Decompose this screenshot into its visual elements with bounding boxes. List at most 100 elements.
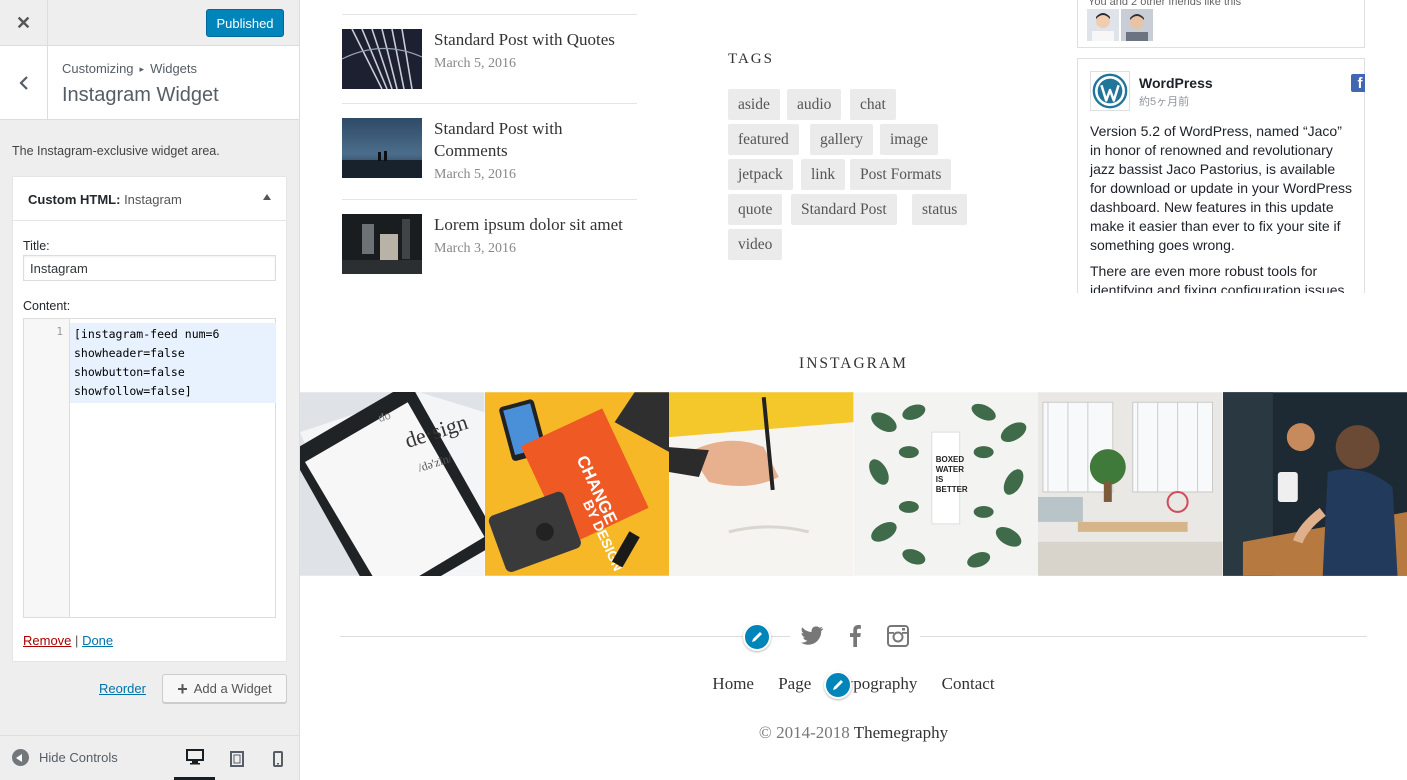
close-icon[interactable]: ✕ [0,0,48,46]
post-title[interactable]: Standard Post with Quotes [434,29,639,51]
widget-actions: Remove | Done [23,633,113,648]
tag-link[interactable]: audio [787,89,842,120]
tag-link[interactable]: image [880,124,938,155]
customizer-sidebar: ✕ Published Customizing ▸ Widgets Instagra… [0,0,300,780]
instagram-photo-book[interactable]: CHANGE BY DESIGN [484,392,670,576]
post-date: March 5, 2016 [434,167,517,182]
social-links [790,618,920,654]
collapse-arrow-icon [12,749,29,766]
footer-nav-contact[interactable]: Contact [942,674,995,693]
done-link[interactable]: Done [82,633,113,648]
tablet-icon [229,750,244,767]
facebook-friends-like-text: You and 2 other friends like this [1088,0,1242,8]
instagram-photo-design[interactable]: de·sign /dә'zīn/ do [300,392,485,576]
collapse-arrow-icon[interactable] [263,194,271,200]
plus-icon: + [177,678,188,699]
facebook-icon[interactable] [842,623,868,649]
post-thumbnail [342,118,422,178]
post-date: March 3, 2016 [434,241,517,256]
section-title: Instagram Widget [62,84,219,106]
instagram-photo-workspace[interactable] [1222,392,1407,576]
remove-link[interactable]: Remove [23,633,71,648]
code-line: [instagram-feed num=6 [74,327,220,341]
tag-link[interactable]: Post Formats [850,159,952,190]
widget-area-description: The Instagram-exclusive widget area. [12,144,220,158]
desktop-icon [185,748,204,764]
code-editor[interactable]: 1 [instagram-feed num=6 showheader=false… [23,318,276,618]
instagram-icon[interactable] [885,623,911,649]
tag-link[interactable]: featured [728,124,799,155]
facebook-post-text: There are even more robust tools for ide… [1090,263,1345,293]
tag-link[interactable]: link [801,159,846,190]
desktop-preview-button[interactable] [174,736,215,780]
instagram-photo-drawing[interactable] [669,392,854,576]
tag-link[interactable]: gallery [810,124,874,155]
post-title[interactable]: Lorem ipsum dolor sit amet [434,214,639,236]
section-header: Customizing ▸ Widgets Instagram Widget [0,46,299,120]
widget-header[interactable]: Custom HTML: Instagram [13,177,286,221]
content-label: Content: [23,299,71,313]
breadcrumb: Customizing ▸ Widgets [62,61,197,76]
svg-text:BETTER: BETTER [935,485,967,494]
wordpress-logo-icon[interactable] [1090,71,1130,111]
footer-nav-page[interactable]: Page [778,674,811,693]
publish-button[interactable]: Published [206,9,284,37]
code-line: showheader=false [74,346,185,360]
line-number: 1 [56,325,63,338]
mobile-icon [272,750,283,767]
title-label: Title: [23,239,50,253]
site-preview: Standard Post with Quotes March 5, 2016 … [300,0,1407,780]
customizer-header: ✕ Published [0,0,299,46]
instagram-photo-leaves[interactable]: BOXED WATER IS BETTER [853,392,1039,576]
add-widget-button[interactable]: + Add a Widget [162,674,287,703]
tag-link[interactable]: chat [850,89,896,120]
tag-link[interactable]: aside [728,89,780,120]
breadcrumb-parent: Widgets [150,61,198,76]
copyright: © 2014-2018 Themegraphy [300,723,1407,743]
facebook-post-text: Version 5.2 of WordPress, named “Jaco” i… [1090,123,1352,253]
title-field[interactable] [23,255,276,281]
post-date: March 5, 2016 [434,56,517,71]
twitter-icon[interactable] [799,623,825,649]
copyright-brand-link[interactable]: Themegraphy [854,723,948,742]
instagram-photo-office[interactable] [1038,392,1223,576]
tag-link[interactable]: video [728,229,783,260]
mobile-preview-button[interactable] [257,736,298,780]
back-button[interactable] [0,46,48,119]
code-line: showfollow=false] [74,384,192,398]
code-line: showbutton=false [74,365,185,379]
widget-panel: Custom HTML: Instagram Title: Content: 1… [12,176,287,662]
widget-name: Custom HTML: Instagram [28,192,182,207]
tag-link[interactable]: quote [728,194,783,225]
widget-type-label: Custom HTML: [28,192,121,207]
facebook-icon[interactable]: f [1351,74,1365,92]
facebook-post-time[interactable]: 約5ヶ月前 [1139,93,1189,109]
tablet-preview-button[interactable] [216,736,257,780]
edit-shortcut-icon[interactable] [824,671,852,699]
hide-controls-button[interactable]: Hide Controls [12,749,118,766]
svg-text:IS: IS [935,475,943,484]
tag-link[interactable]: status [912,194,968,225]
footer-nav-home[interactable]: Home [712,674,754,693]
edit-shortcut-icon[interactable] [743,623,771,651]
line-gutter: 1 [24,319,70,617]
tag-link[interactable]: Standard Post [791,194,897,225]
svg-text:BOXED: BOXED [935,455,964,464]
tags-heading: TAGS [728,51,774,67]
recent-post[interactable]: Standard Post with Quotes March 5, 2016 [342,29,642,89]
facebook-page-widget: You and 2 other friends like this WordPr… [1077,0,1365,293]
post-divider [342,103,637,104]
tag-link[interactable]: jetpack [728,159,793,190]
actions-separator: | [75,633,79,648]
recent-post[interactable]: Lorem ipsum dolor sit amet March 3, 2016 [342,214,642,274]
copyright-text: © 2014-2018 [758,723,850,742]
recent-post[interactable]: Standard Post with Comments March 5, 201… [342,118,642,182]
facebook-page-name[interactable]: WordPress [1139,75,1213,91]
reorder-link[interactable]: Reorder [99,681,146,696]
instagram-feed: de·sign /dә'zīn/ do CHANGE BY DESIGN BOX… [300,392,1407,576]
widget-title-label: Instagram [124,192,182,207]
post-title[interactable]: Standard Post with Comments [434,118,639,162]
friend-avatar [1121,9,1153,41]
friend-avatar [1087,9,1119,41]
code-content[interactable]: [instagram-feed num=6 showheader=false s… [70,323,276,403]
